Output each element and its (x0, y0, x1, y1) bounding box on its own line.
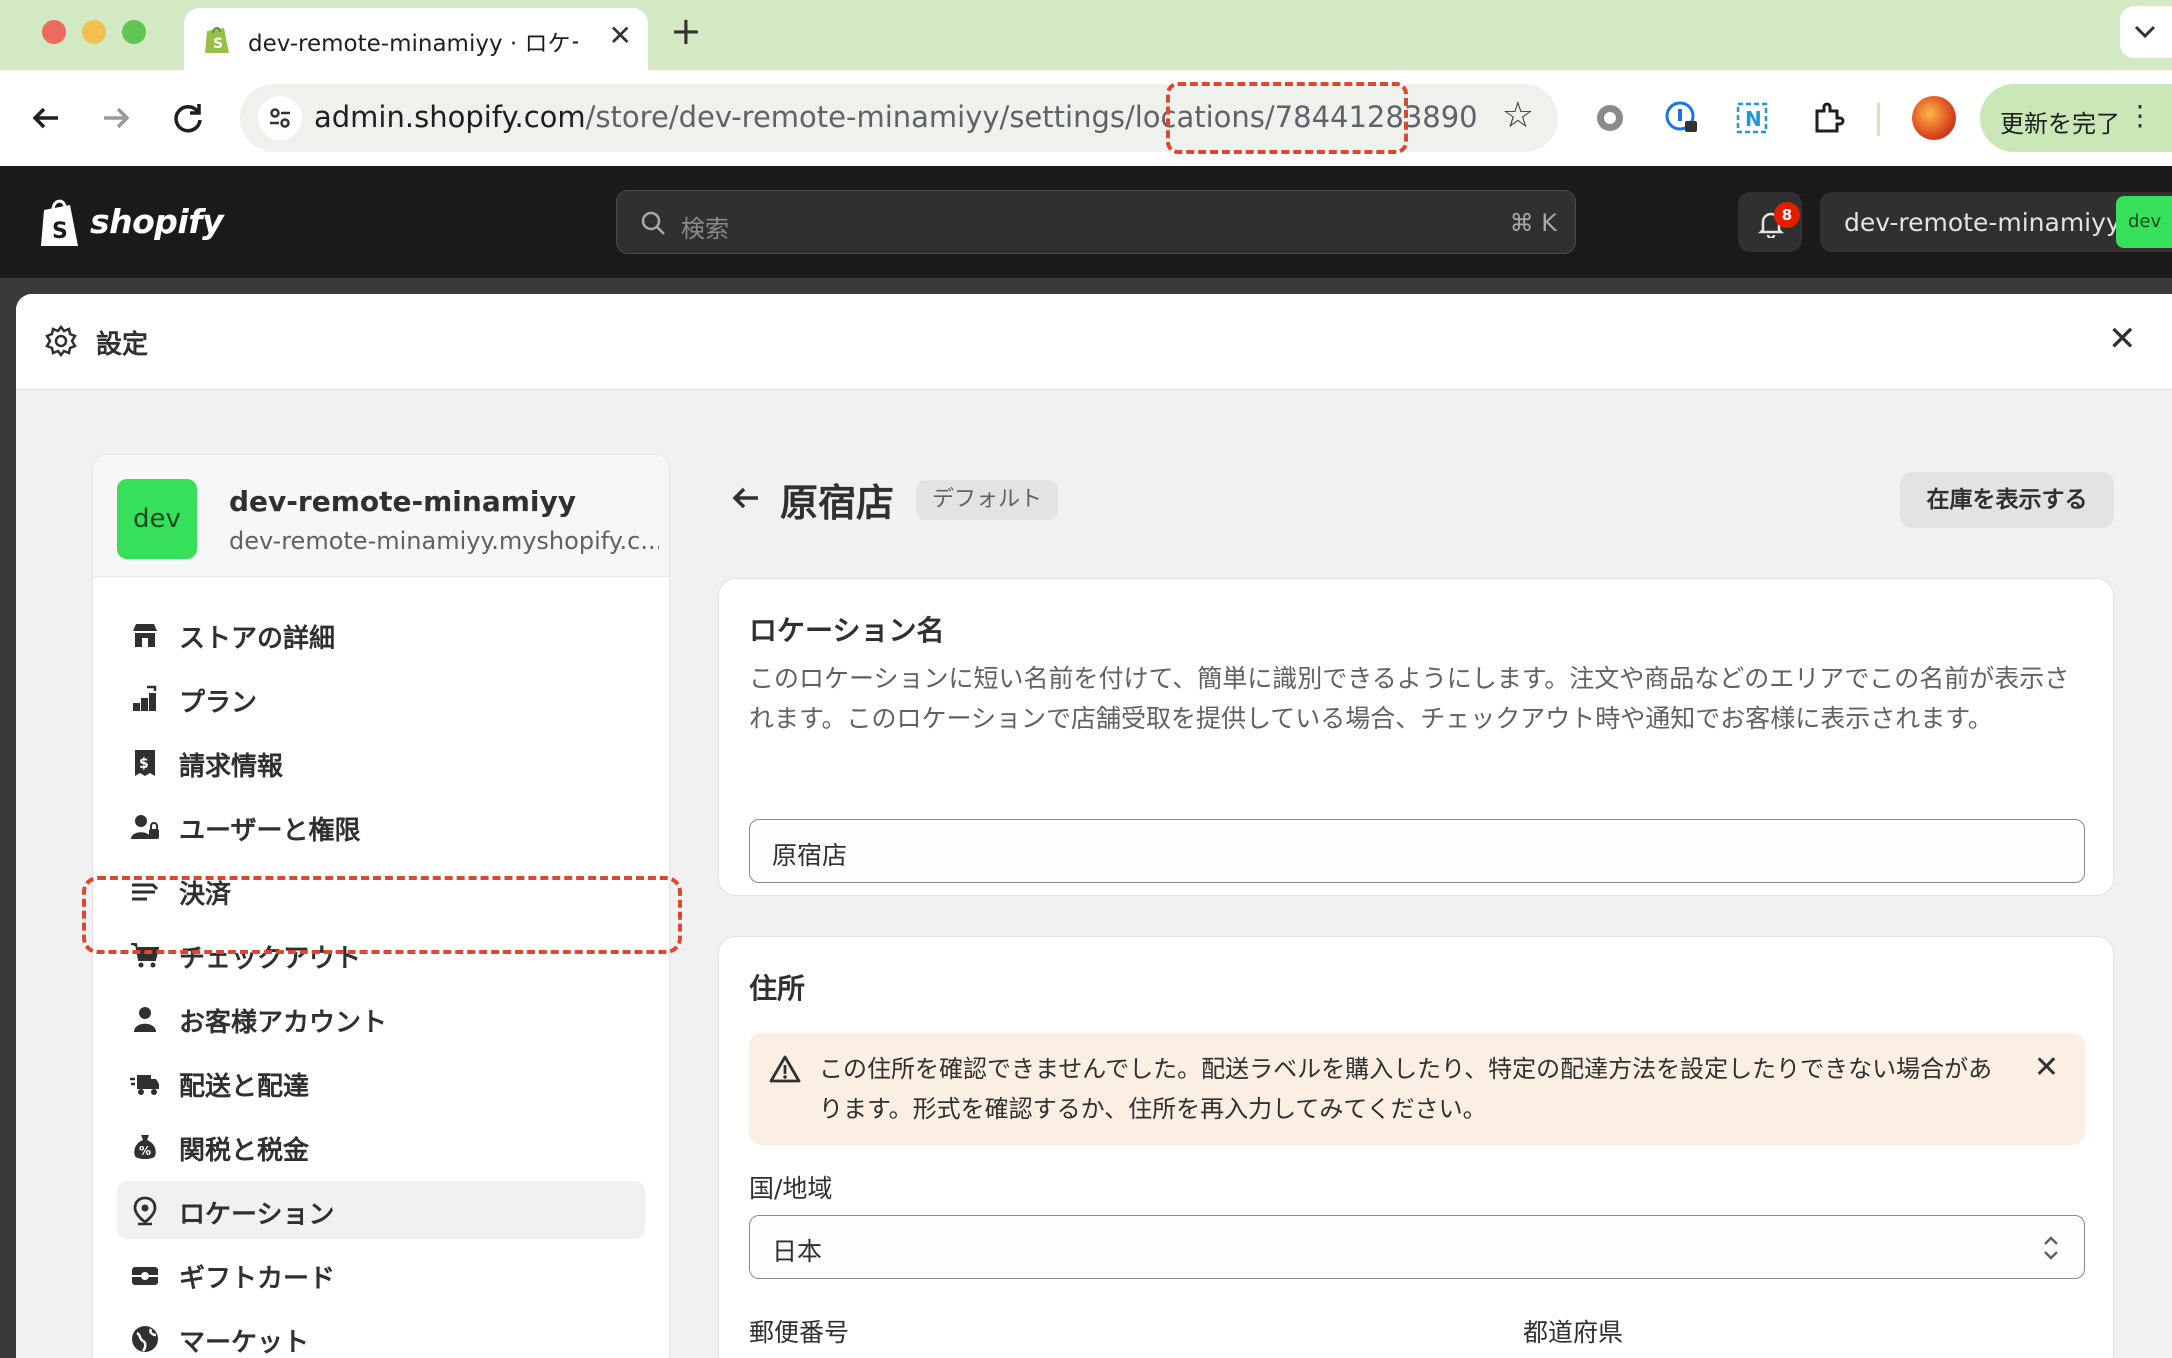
chevron-down-icon (2134, 25, 2156, 39)
new-tab-icon[interactable]: + (670, 12, 702, 50)
sidebar-item-shipping[interactable]: 配送と配達 (117, 1053, 645, 1111)
globe-icon (132, 1326, 158, 1352)
extension-icon[interactable] (1588, 96, 1632, 140)
page-title: 原宿店 (780, 481, 895, 525)
search-icon (641, 211, 665, 235)
password-manager-icon[interactable] (1660, 96, 1704, 140)
tab-search-button[interactable] (2120, 6, 2172, 58)
sidebar-item-plan[interactable]: プラン (117, 669, 645, 727)
shopify-favicon-icon: S (205, 27, 229, 53)
location-pin-icon (133, 1196, 157, 1226)
warning-icon (769, 1055, 801, 1083)
bookmark-star-icon[interactable]: ☆ (1502, 98, 1534, 134)
country-label: 国/地域 (749, 1174, 833, 1203)
postal-code-label: 郵便番号 (749, 1318, 850, 1347)
window-close-button[interactable] (42, 20, 66, 44)
header-store-avatar: dev (2116, 196, 2172, 248)
location-name-input[interactable]: 原宿店 (749, 819, 2085, 883)
settings-header: 設定 ✕ (16, 294, 2172, 390)
settings-modal: 設定 ✕ dev dev-remote-minamiyy dev-remote-… (16, 294, 2172, 1358)
back-arrow-icon[interactable] (24, 96, 68, 140)
browser-tab[interactable]: S dev-remote-minamiyy · ロケーション ✕ (184, 8, 648, 70)
back-arrow-icon[interactable] (728, 482, 764, 514)
sidebar-store-domain: dev-remote-minamiyy.myshopify.c... (229, 527, 659, 555)
svg-text:S: S (52, 219, 68, 244)
tax-icon: % (134, 1135, 156, 1159)
users-icon (131, 815, 159, 839)
extensions-puzzle-icon[interactable] (1806, 96, 1850, 140)
tab-title: dev-remote-minamiyy · ロケーション (248, 31, 578, 57)
settings-title: 設定 (96, 330, 149, 360)
location-name-value: 原宿店 (772, 841, 848, 870)
tab-close-icon[interactable]: ✕ (609, 22, 632, 50)
browser-toolbar: admin.shopify.com/store/dev-remote-minam… (0, 70, 2172, 166)
location-name-card: ロケーション名 このロケーションに短い名前を付けて、簡単に識別できるようにします… (718, 578, 2114, 896)
profile-avatar[interactable] (1912, 96, 1956, 140)
notion-extension-icon[interactable]: N (1730, 96, 1774, 140)
billing-icon: $ (135, 750, 155, 776)
header-store-name: dev-remote-minamiyy (1844, 208, 2121, 237)
sidebar-store-name: dev-remote-minamiyy (229, 485, 576, 518)
url-id-highlight (1166, 82, 1408, 154)
sidebar-store-card[interactable]: dev dev-remote-minamiyy dev-remote-minam… (93, 455, 669, 577)
sidebar-item-customer-accounts[interactable]: お客様アカウント (117, 989, 645, 1047)
shopify-topbar: S shopify 検索 ⌘ K 8 dev-remote-minamiyy d… (0, 166, 2172, 278)
location-name-description: このロケーションに短い名前を付けて、簡単に識別できるようにします。注文や商品など… (749, 664, 2070, 733)
sidebar-item-users[interactable]: ユーザーと権限 (117, 797, 645, 855)
country-value: 日本 (772, 1237, 823, 1266)
toolbar-divider (1877, 102, 1880, 136)
window-minimize-button[interactable] (82, 20, 106, 44)
svg-text:N: N (1745, 107, 1762, 131)
prefecture-label: 都道府県 (1523, 1318, 1624, 1347)
sidebar-item-store-details[interactable]: ストアの詳細 (117, 605, 645, 663)
search-shortcut: ⌘ K (1509, 209, 1557, 237)
gift-card-icon (132, 1267, 158, 1285)
site-settings-button[interactable] (258, 96, 302, 140)
locations-item-highlight (82, 876, 682, 954)
shopify-bag-icon: S (41, 199, 78, 246)
warning-text: この住所を確認できませんでした。配送ラベルを購入したり、特定の配達方法を設定した… (819, 1055, 1993, 1123)
address-card: 住所 この住所を確認できませんでした。配送ラベルを購入したり、特定の配達方法を設… (718, 936, 2114, 1358)
dismiss-warning-icon[interactable]: ✕ (2034, 1053, 2059, 1083)
notification-badge: 8 (1774, 202, 1800, 228)
location-name-heading: ロケーション名 (749, 614, 945, 647)
truck-icon (130, 1075, 159, 1095)
svg-text:S: S (213, 36, 223, 52)
sidebar-item-markets[interactable]: マーケット (117, 1309, 645, 1358)
browser-tab-bar: S dev-remote-minamiyy · ロケーション ✕ + (0, 0, 2172, 70)
tune-icon (270, 108, 290, 128)
search-placeholder: 検索 (681, 215, 729, 243)
svg-text:$: $ (139, 756, 149, 772)
more-vert-icon[interactable]: ⋮ (2126, 102, 2154, 130)
forward-arrow-icon[interactable] (94, 96, 138, 140)
close-icon[interactable]: ✕ (2108, 322, 2137, 356)
reload-icon[interactable] (166, 96, 210, 140)
notifications-button[interactable]: 8 (1738, 192, 1802, 252)
default-badge: デフォルト (916, 480, 1059, 520)
view-inventory-button[interactable]: 在庫を表示する (1900, 472, 2114, 528)
store-icon (133, 624, 157, 647)
shopify-logo[interactable]: S shopify (38, 196, 224, 248)
sidebar-item-gift-cards[interactable]: ギフトカード (117, 1245, 645, 1303)
search-input[interactable]: 検索 ⌘ K (616, 190, 1576, 254)
sidebar-item-locations[interactable]: ロケーション (117, 1181, 645, 1239)
plan-icon (133, 685, 157, 711)
svg-text:%: % (139, 1144, 151, 1158)
select-chevron-icon (2044, 1236, 2058, 1260)
sidebar-item-taxes[interactable]: % 関税と税金 (117, 1117, 645, 1175)
country-select[interactable]: 日本 (749, 1215, 2085, 1279)
address-warning-banner: この住所を確認できませんでした。配送ラベルを購入したり、特定の配達方法を設定した… (749, 1033, 2085, 1145)
update-chrome-button[interactable]: 更新を完了 ⋮ (1980, 84, 2172, 152)
store-menu-button[interactable]: dev-remote-minamiyy dev (1820, 192, 2172, 252)
gear-icon (45, 324, 77, 358)
window-zoom-button[interactable] (122, 20, 146, 44)
sidebar-item-billing[interactable]: $ 請求情報 (117, 733, 645, 791)
person-icon (134, 1007, 156, 1032)
store-avatar: dev (117, 479, 197, 559)
address-heading: 住所 (749, 972, 806, 1005)
